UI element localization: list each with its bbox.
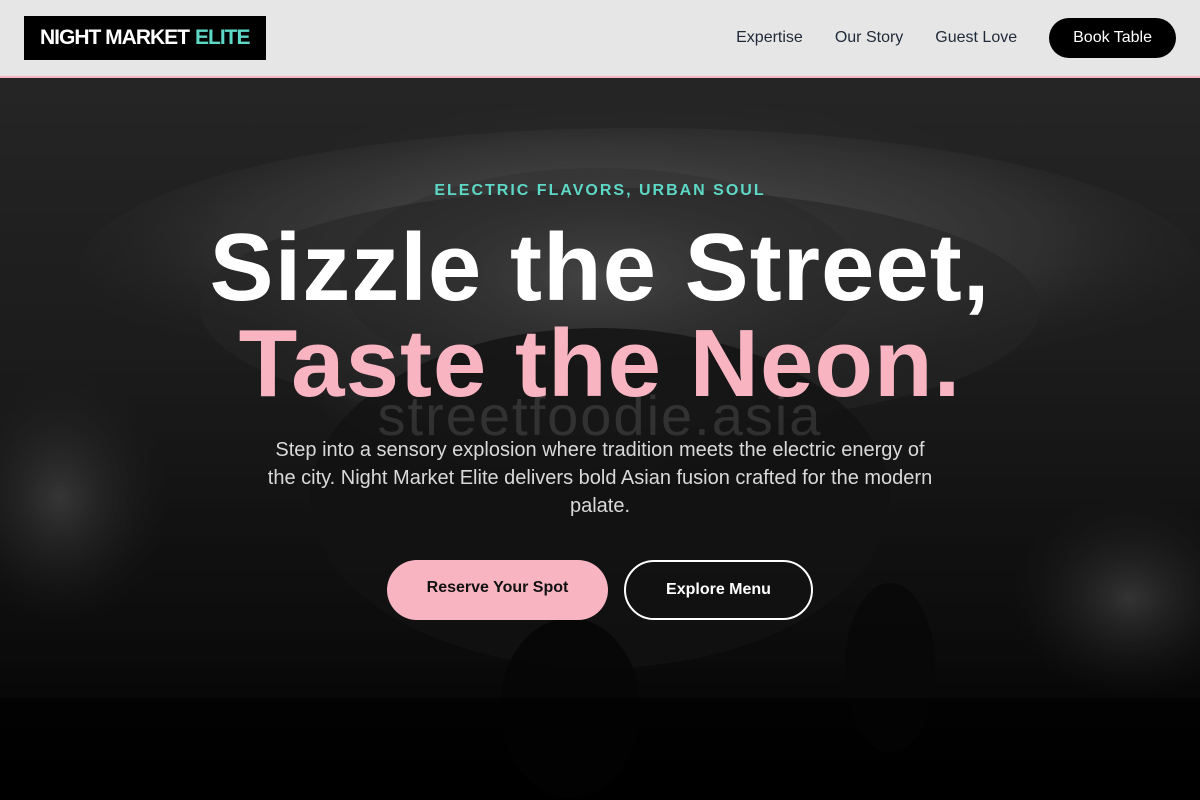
main-nav: Expertise Our Story Guest Love Book Tabl… [736, 18, 1176, 58]
hero-title-line-2: Taste the Neon. [238, 310, 962, 417]
nav-link-our-story[interactable]: Our Story [835, 29, 903, 47]
site-header: NIGHT MARKET ELITE Expertise Our Story G… [0, 0, 1200, 78]
book-table-button[interactable]: Book Table [1049, 18, 1176, 58]
brand-logo[interactable]: NIGHT MARKET ELITE [24, 16, 266, 60]
nav-link-expertise[interactable]: Expertise [736, 29, 803, 47]
logo-main-text: NIGHT MARKET [40, 26, 190, 49]
logo-accent-text: ELITE [195, 26, 251, 49]
hero-subtitle: Step into a sensory explosion where trad… [267, 439, 933, 517]
hero-eyebrow: ELECTRIC FLAVORS, URBAN SOUL [434, 182, 766, 199]
nav-link-guest-love[interactable]: Guest Love [935, 29, 1017, 47]
hero-title-line-1: Sizzle the Street, [209, 214, 991, 321]
explore-menu-button[interactable]: Explore Menu [624, 560, 813, 620]
reserve-spot-button[interactable]: Reserve Your Spot [387, 560, 608, 620]
hero-section: ELECTRIC FLAVORS, URBAN SOUL Sizzle the … [0, 78, 1200, 800]
